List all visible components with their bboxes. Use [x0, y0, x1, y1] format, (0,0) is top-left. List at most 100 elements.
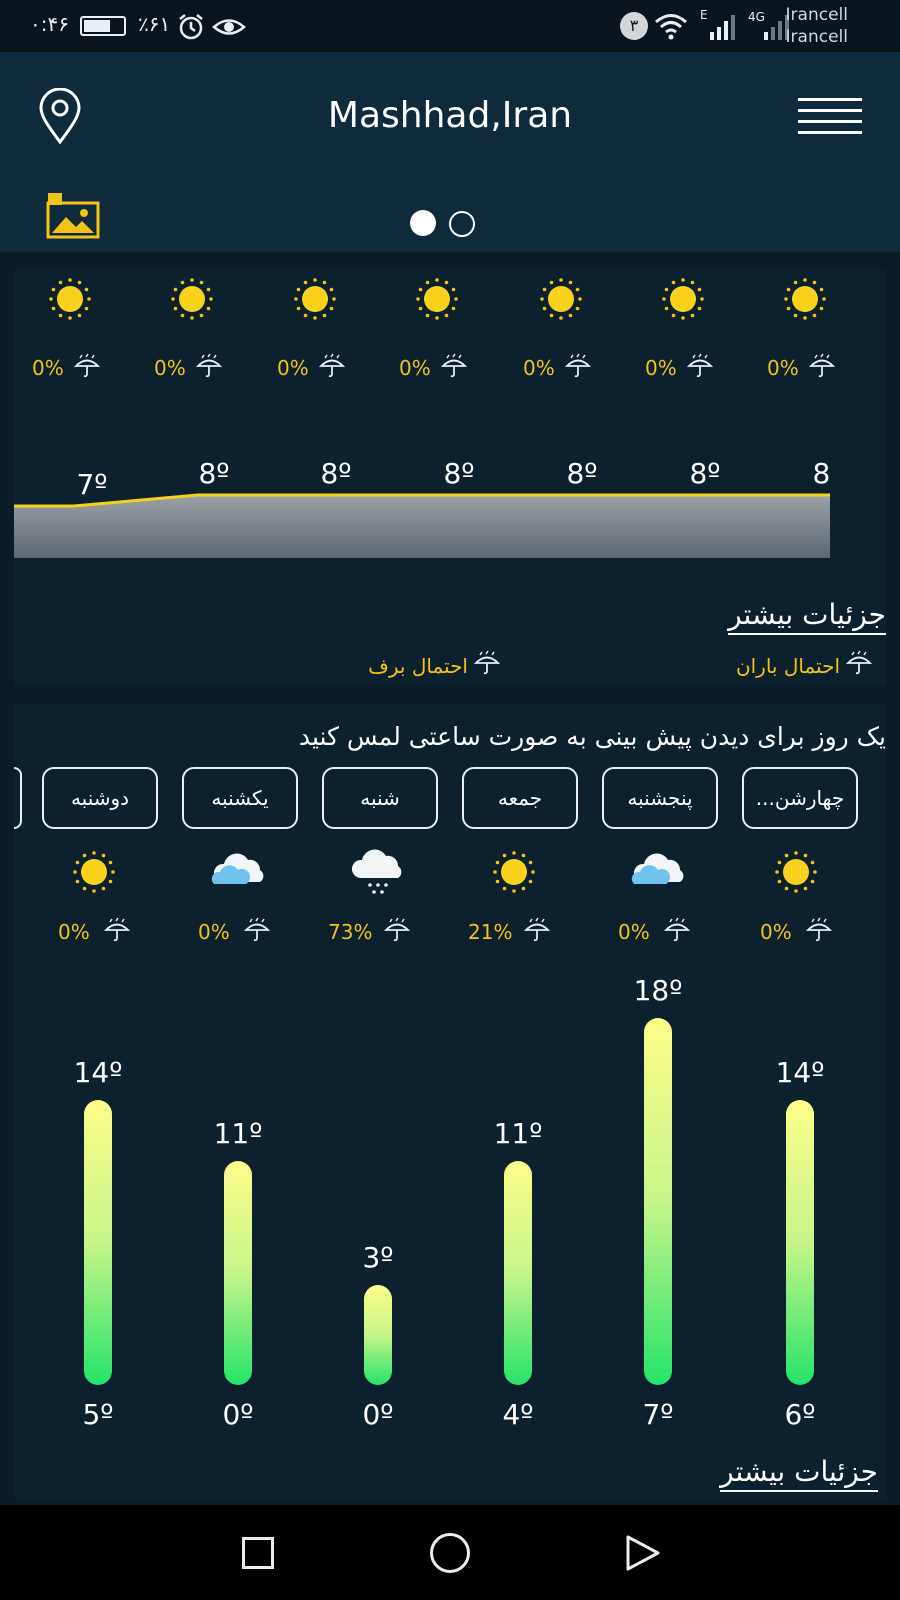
daily-high-label: 14º: [73, 1055, 123, 1089]
day-tab[interactable]: دوشنبه: [42, 767, 158, 829]
umbrella-rain-icon: [564, 353, 592, 383]
daily-low-label: 7º: [642, 1398, 674, 1431]
daily-chance: 0%: [618, 920, 650, 944]
signal-icon-1: [708, 14, 738, 44]
hourly-temp-label: 7º: [76, 468, 107, 501]
daily-low-label: 5º: [82, 1398, 114, 1431]
temperature-bar: [224, 1160, 252, 1385]
recents-square-icon[interactable]: [242, 1537, 274, 1569]
sim-badge: ۳: [620, 12, 648, 40]
daily-chance: 0%: [198, 920, 230, 944]
temperature-bar: [84, 1099, 112, 1385]
temperature-bar: [504, 1160, 532, 1385]
hourly-temperature-graph: 7º 8º 8º 8º 8º 8º 8º: [14, 457, 830, 558]
umbrella-rain-icon: [523, 917, 551, 947]
umbrella-rain-icon: [805, 917, 833, 947]
status-time: ۰:۴۶: [30, 12, 69, 36]
daily-hint: یک روز برای دیدن پیش بینی به صورت ساعتی …: [298, 722, 886, 751]
temperature-area: [14, 495, 830, 558]
page-dot-active[interactable]: [410, 210, 436, 236]
daily-chance: 0%: [760, 920, 792, 944]
umbrella-rain-icon: [686, 353, 714, 383]
daily-chance: 0%: [58, 920, 90, 944]
daily-high-label: 11º: [493, 1116, 543, 1150]
hourly-temp-label: 8º: [689, 457, 720, 490]
daily-chance: 21%: [468, 920, 513, 944]
legend-rain: احتمال باران: [735, 650, 873, 681]
locked-image-icon[interactable]: [46, 193, 100, 243]
more-details-label: جزئیات بیشتر: [720, 1455, 878, 1492]
hamburger-menu-icon[interactable]: [798, 96, 862, 140]
sun-icon: [537, 275, 585, 327]
sun-icon: [490, 848, 538, 900]
day-tab[interactable]: یکشنبه: [182, 767, 298, 829]
hourly-temp-label: 8º: [566, 457, 597, 490]
snow-cloud-icon: [350, 848, 410, 900]
legend-rain-label: احتمال باران: [735, 653, 840, 678]
page-dot[interactable]: [449, 211, 475, 237]
carrier-2: Irancell: [785, 27, 848, 47]
daily-high-label: 14º: [775, 1055, 825, 1089]
sun-icon: [70, 848, 118, 900]
umbrella-rain-icon: [808, 353, 836, 383]
home-circle-icon[interactable]: [430, 1533, 470, 1573]
umbrella-rain-icon: [663, 917, 691, 947]
hourly-chance: 0%: [523, 356, 555, 380]
status-bar: ۰:۴۶ ٪۶۱ ۳ E 4G Irancell Irancell: [0, 0, 900, 52]
sun-icon: [772, 848, 820, 900]
hourly-temp-label: 8º: [812, 457, 830, 490]
hourly-chance: 0%: [767, 356, 799, 380]
day-tab[interactable]: پنجشنبه: [602, 767, 718, 829]
umbrella-rain-icon: [73, 353, 101, 383]
umbrella-rain-icon: [845, 650, 873, 681]
sun-icon: [659, 275, 707, 327]
carrier-labels: Irancell Irancell: [786, 4, 848, 48]
temperature-bar: [786, 1099, 814, 1385]
day-tab[interactable]: جمعه: [462, 767, 578, 829]
umbrella-snow-icon: [473, 650, 501, 681]
day-tab[interactable]: شنبه: [322, 767, 438, 829]
sun-icon: [46, 275, 94, 327]
daily-chance: 73%: [328, 920, 373, 944]
temperature-bar: [644, 1018, 672, 1385]
sun-icon: [168, 275, 216, 327]
daily-more-details[interactable]: جزئیات بیشتر: [720, 1455, 878, 1492]
daily-low-label: 4º: [502, 1398, 534, 1431]
day-tab[interactable]: چهارشن...: [742, 767, 858, 829]
hourly-chance: 0%: [277, 356, 309, 380]
hourly-temp-label: 8º: [198, 457, 229, 490]
legend-snow: احتمال برف: [368, 650, 501, 681]
cloud-icon: [210, 848, 270, 892]
net-e-label: E: [700, 8, 708, 22]
hourly-chance: 0%: [154, 356, 186, 380]
cloud-icon: [630, 848, 690, 892]
daily-low-label: 0º: [222, 1398, 254, 1431]
hourly-temp-label: 8º: [443, 457, 474, 490]
battery-icon: [80, 16, 126, 36]
daily-low-label: 6º: [784, 1398, 816, 1431]
more-details-label: جزئیات بیشتر: [728, 598, 886, 635]
temperature-bar: [364, 1285, 392, 1385]
wifi-icon: [654, 12, 688, 44]
alarm-icon: [176, 12, 206, 46]
carrier-1: Irancell: [785, 5, 848, 25]
day-tab-overflow: [14, 767, 22, 829]
battery-percent: ٪۶۱: [138, 12, 171, 36]
umbrella-rain-icon: [318, 353, 346, 383]
umbrella-rain-icon: [195, 353, 223, 383]
umbrella-rain-icon: [103, 917, 131, 947]
hourly-more-details[interactable]: جزئیات بیشتر: [728, 598, 886, 635]
daily-high-label: 3º: [362, 1241, 394, 1274]
daily-low-label: 0º: [362, 1398, 394, 1431]
umbrella-rain-icon: [383, 917, 411, 947]
daily-high-label: 11º: [213, 1116, 263, 1150]
back-triangle-icon[interactable]: [624, 1533, 662, 1577]
sun-icon: [413, 275, 461, 327]
daily-high-label: 18º: [633, 974, 683, 1007]
sun-icon: [781, 275, 829, 327]
hourly-chance: 0%: [32, 356, 64, 380]
eye-icon: [212, 14, 246, 44]
city-title: Mashhad,Iran: [327, 95, 573, 136]
hourly-temp-label: 8º: [320, 457, 351, 490]
umbrella-rain-icon: [243, 917, 271, 947]
